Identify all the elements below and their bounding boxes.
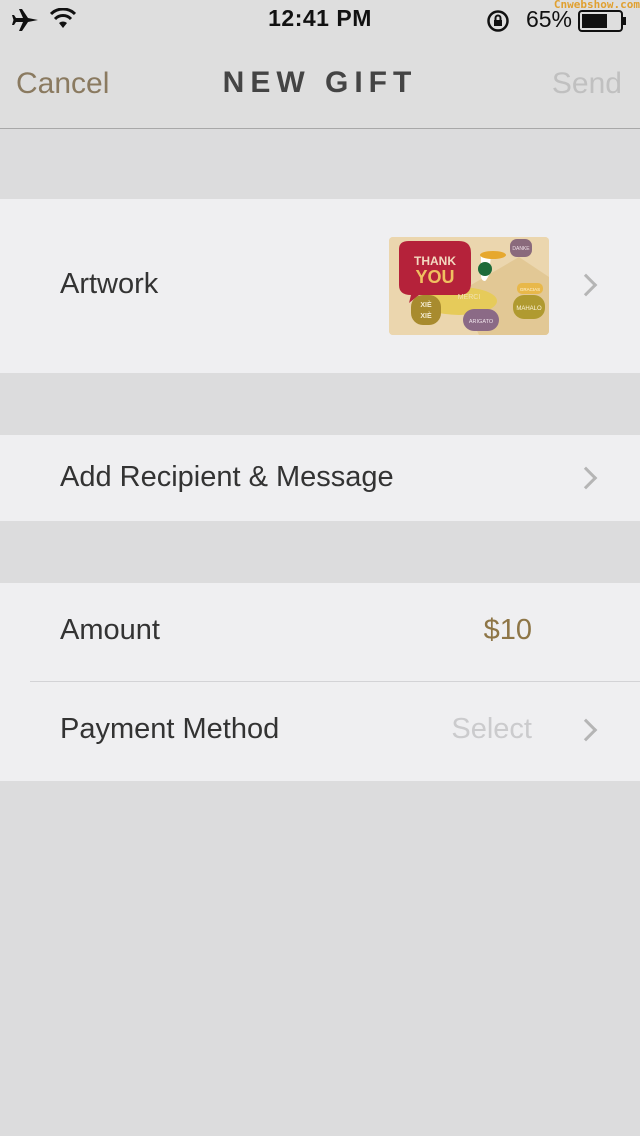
page-title: NEW GIFT bbox=[222, 66, 418, 99]
rotation-lock-icon bbox=[487, 10, 509, 32]
artwork-row[interactable]: Artwork THANK YOU DANKE MERCI XIÈ XIÈ AR… bbox=[0, 199, 640, 373]
card-text-thank: THANK bbox=[414, 254, 456, 268]
gift-card-artwork: THANK YOU DANKE MERCI XIÈ XIÈ ARIGATO GR… bbox=[389, 237, 549, 335]
card-text-merci: MERCI bbox=[458, 294, 481, 301]
chevron-right-icon bbox=[574, 718, 598, 742]
artwork-label: Artwork bbox=[60, 268, 159, 300]
navigation-bar: Cancel NEW GIFT Send bbox=[0, 40, 640, 129]
payment-method-label: Payment Method bbox=[60, 713, 280, 745]
card-text-you: YOU bbox=[415, 267, 454, 287]
battery-icon bbox=[578, 10, 626, 32]
card-text-arigato: ARIGATO bbox=[469, 319, 494, 325]
watermark: Cnwebshow.com bbox=[553, 0, 640, 11]
card-text-xie-2: XIÈ bbox=[420, 311, 432, 320]
card-text-xie: XIÈ bbox=[420, 300, 432, 309]
add-recipient-label: Add Recipient & Message bbox=[60, 461, 394, 493]
status-bar: 12:41 PM 65% Cnwebshow.com bbox=[0, 0, 640, 40]
amount-value: $10 bbox=[483, 614, 532, 646]
add-recipient-row[interactable]: Add Recipient & Message bbox=[0, 435, 640, 521]
card-text-gracias: GRACIAS bbox=[520, 287, 540, 292]
card-text-danke: DANKE bbox=[512, 246, 530, 252]
send-button[interactable]: Send bbox=[552, 67, 622, 101]
amount-label: Amount bbox=[60, 614, 160, 646]
payment-method-row[interactable]: Payment Method Select bbox=[0, 682, 640, 781]
card-text-mahalo: MAHALO bbox=[516, 306, 542, 312]
chevron-right-icon bbox=[574, 273, 598, 297]
chevron-right-icon bbox=[574, 466, 598, 490]
gift-card-illustration: THANK YOU DANKE MERCI XIÈ XIÈ ARIGATO GR… bbox=[389, 237, 549, 335]
payment-method-value: Select bbox=[451, 713, 532, 745]
amount-row[interactable]: Amount $10 bbox=[0, 583, 640, 681]
amount-payment-group: Amount $10 Payment Method Select bbox=[0, 583, 640, 781]
